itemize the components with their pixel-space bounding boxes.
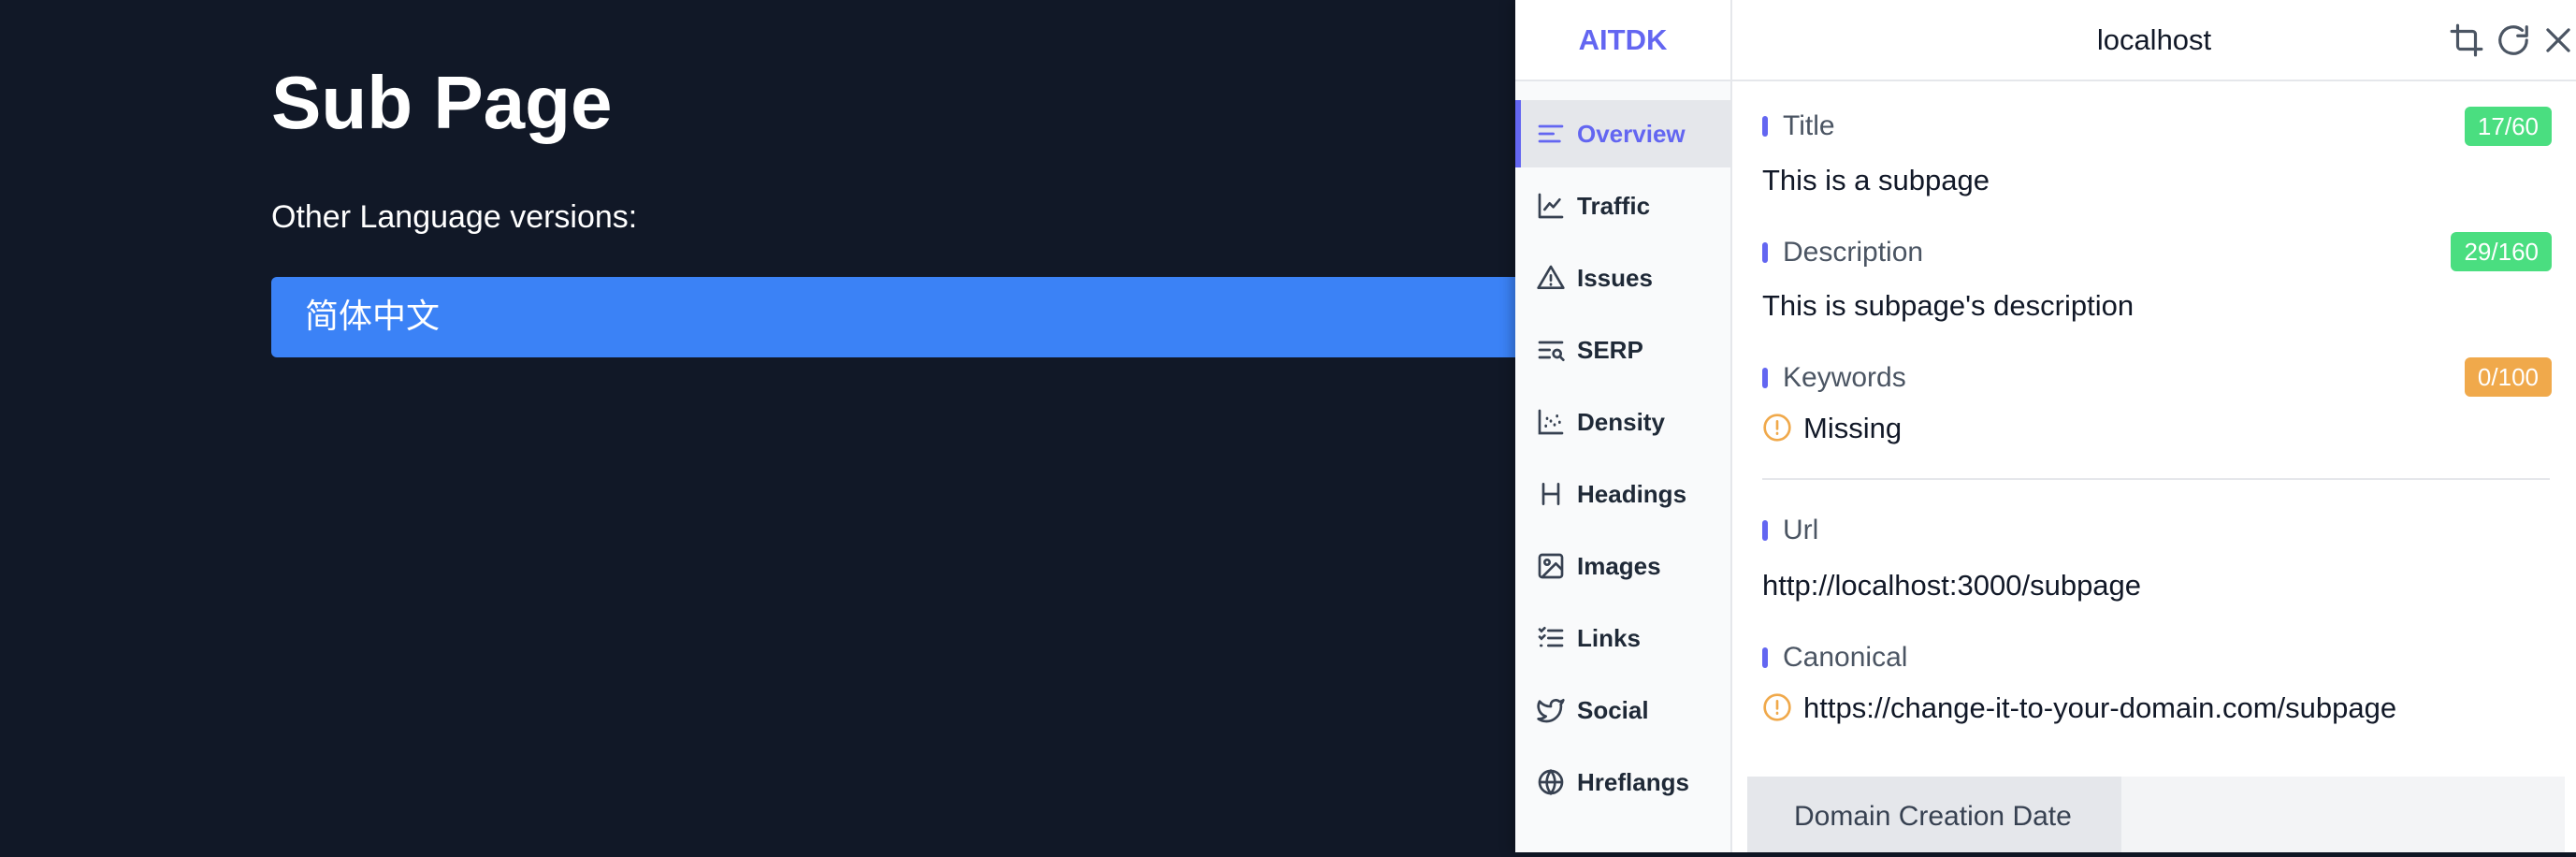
title-value: This is a subpage: [1762, 164, 1990, 196]
nav-label: Links: [1577, 623, 1641, 652]
title-count-badge: 17/60: [2464, 107, 2552, 146]
languages-label: Other Language versions:: [271, 199, 638, 235]
description-count-badge: 29/160: [2451, 232, 2552, 271]
description-label: Description: [1762, 236, 1923, 269]
nav-label: Overview: [1577, 119, 1686, 148]
url-value[interactable]: http://localhost:3000/subpage: [1762, 567, 2141, 604]
nav-item-density[interactable]: Density: [1515, 388, 1730, 456]
nav-label: Density: [1577, 407, 1665, 436]
url-label: Url: [1762, 514, 1818, 547]
nav-label: Hreflangs: [1577, 767, 1689, 796]
globe-icon: [1536, 767, 1566, 797]
brand-logo[interactable]: AITDK: [1515, 0, 1732, 81]
nav-item-hreflangs[interactable]: Hreflangs: [1515, 748, 1730, 816]
list-icon: [1536, 623, 1566, 653]
nav-item-headings[interactable]: Headings: [1515, 460, 1730, 528]
divider: [1762, 478, 2550, 480]
domain-creation-date-label: Domain Creation Date: [1747, 777, 2121, 852]
nav-item-social[interactable]: Social: [1515, 676, 1730, 744]
language-link-zh[interactable]: 简体中文: [271, 277, 1525, 357]
sidebar: Overview Traffic Issues SERP Density Hea…: [1515, 81, 1732, 852]
keywords-value-row: Missing: [1762, 410, 1902, 447]
twitter-icon: [1536, 695, 1566, 725]
page-title: Sub Page: [271, 61, 613, 144]
nav-label: Headings: [1577, 479, 1687, 508]
panel-header: localhost: [1732, 0, 2576, 81]
serp-search-icon: [1536, 335, 1566, 365]
nav-item-links[interactable]: Links: [1515, 604, 1730, 672]
canonical-value-row: https://change-it-to-your-domain.com/sub…: [1762, 690, 2396, 727]
heading-icon: [1536, 479, 1566, 509]
nav-label: SERP: [1577, 335, 1643, 364]
overview-icon: [1536, 119, 1566, 149]
canonical-label: Canonical: [1762, 641, 1907, 675]
nav-item-issues[interactable]: Issues: [1515, 244, 1730, 312]
image-icon: [1536, 551, 1566, 581]
keywords-count-badge: 0/100: [2464, 357, 2552, 397]
nav-item-serp[interactable]: SERP: [1515, 316, 1730, 384]
refresh-icon[interactable]: [2496, 22, 2531, 58]
warning-circle-icon: [1762, 413, 1792, 443]
nav-item-traffic[interactable]: Traffic: [1515, 172, 1730, 240]
keywords-label: Keywords: [1762, 361, 1906, 395]
nav-label: Images: [1577, 551, 1661, 580]
title-label: Title: [1762, 109, 1835, 143]
close-icon[interactable]: [2540, 22, 2576, 58]
nav-label: Issues: [1577, 263, 1653, 292]
crop-icon[interactable]: [2449, 22, 2484, 58]
keywords-value: Missing: [1803, 412, 1903, 444]
nav-item-overview[interactable]: Overview: [1515, 100, 1730, 167]
nav-label: Traffic: [1577, 191, 1651, 220]
nav-label: Social: [1577, 695, 1649, 724]
warning-triangle-icon: [1536, 263, 1566, 293]
canonical-value[interactable]: https://change-it-to-your-domain.com/sub…: [1803, 691, 2396, 724]
description-value: This is subpage's description: [1762, 289, 2135, 322]
web-page: Sub Page Other Language versions: 简体中文: [0, 0, 1525, 852]
chart-line-icon: [1536, 191, 1566, 221]
nav-item-images[interactable]: Images: [1515, 532, 1730, 600]
scatter-icon: [1536, 407, 1566, 437]
warning-circle-icon: [1762, 692, 1792, 722]
